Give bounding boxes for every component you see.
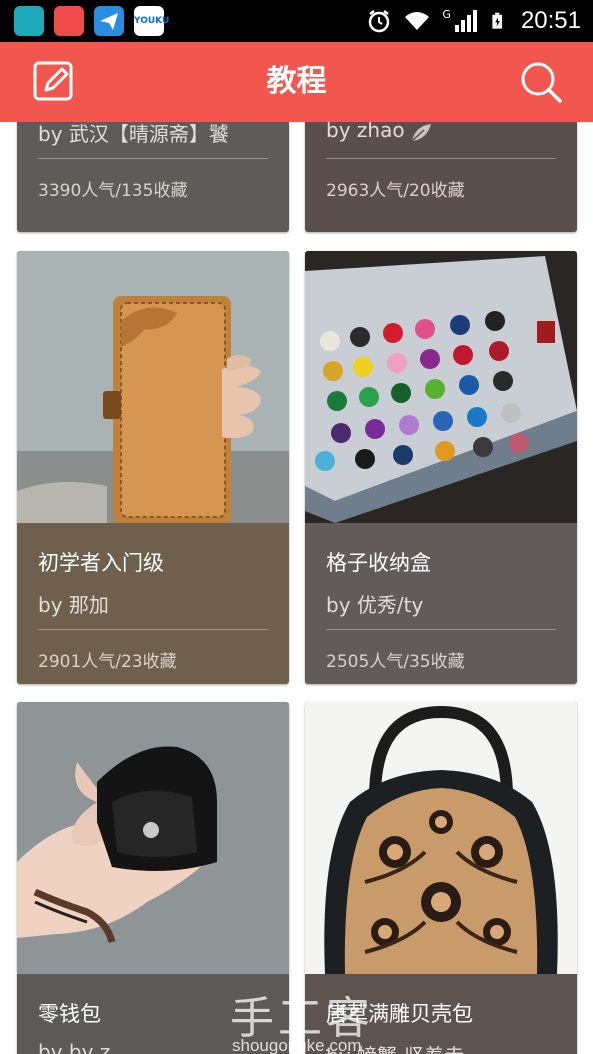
huawei-market-icon xyxy=(14,6,44,36)
watermark-url: shougongke.com xyxy=(232,1036,362,1054)
card-stats: 2963人气/20收藏 xyxy=(326,181,465,201)
card-title: 零钱包 xyxy=(38,1002,101,1026)
card-image-leather-wallet xyxy=(17,251,289,523)
card-divider xyxy=(38,629,268,630)
card-author: by 武汉【晴源斋】饕 xyxy=(38,122,229,146)
search-icon[interactable] xyxy=(519,60,563,104)
clock: 20:51 xyxy=(520,7,581,34)
card-image-carved-handbag xyxy=(305,702,577,974)
tutorial-card[interactable]: by 武汉【晴源斋】饕 3390人气/135收藏 xyxy=(17,122,289,232)
card-author: by 那加 xyxy=(38,593,109,617)
card-image-coin-purse xyxy=(17,702,289,974)
card-title: 初学者入门级 xyxy=(38,551,164,575)
card-divider xyxy=(326,158,556,159)
card-title: 格子收纳盒 xyxy=(326,551,431,575)
alarm-icon xyxy=(369,10,390,33)
status-bar: YOUKU 优酷 G 20:51 xyxy=(0,0,593,56)
paper-plane-app-icon xyxy=(94,6,124,36)
notification-icons: YOUKU 优酷 xyxy=(14,6,169,56)
battery-icon xyxy=(492,12,503,29)
youku-app-icon: YOUKU 优酷 xyxy=(134,6,169,56)
card-stats: 3390人气/135收藏 xyxy=(38,181,188,201)
card-author: by zhao xyxy=(326,122,405,142)
leaf-icon xyxy=(411,124,431,142)
card-author: by 优秀/ty xyxy=(326,593,424,617)
card-stats: 2505人气/35收藏 xyxy=(326,652,465,672)
scissors-app-icon xyxy=(54,6,84,36)
tutorial-card[interactable]: 格子收纳盒 by 优秀/ty 2505人气/35收藏 xyxy=(305,251,577,684)
card-divider xyxy=(38,158,268,159)
card-author: by by z xyxy=(38,1040,111,1054)
tutorial-card[interactable]: by zhao 2963人气/20收藏 xyxy=(305,122,577,232)
wifi-icon xyxy=(405,12,430,31)
tutorial-grid: by 武汉【晴源斋】饕 3390人气/135收藏 by zhao 2963人气/… xyxy=(0,122,593,1054)
card-stats: 2901人气/23收藏 xyxy=(38,652,177,672)
tutorial-card[interactable]: 初学者入门级 by 那加 2901人气/23收藏 xyxy=(17,251,289,684)
app-bar: 教程 xyxy=(0,42,593,122)
network-type-label: G xyxy=(442,7,451,21)
signal-icon xyxy=(454,10,477,32)
card-image-thread-storage-box xyxy=(305,251,577,523)
page-title: 教程 xyxy=(266,64,327,99)
card-divider xyxy=(326,629,556,630)
